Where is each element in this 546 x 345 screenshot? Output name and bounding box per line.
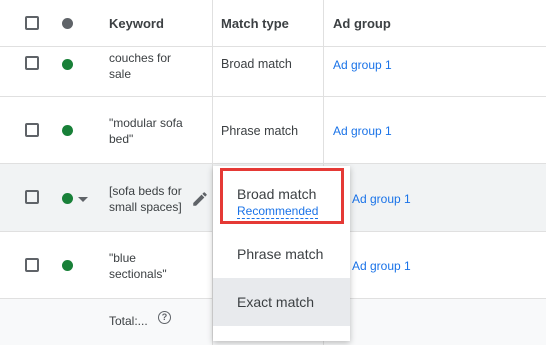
recommended-link[interactable]: Recommended <box>237 204 319 219</box>
keyword-text: "modular sofa bed" <box>109 116 183 146</box>
keyword-text: couches for sale <box>109 51 172 81</box>
row-checkbox[interactable] <box>25 258 39 272</box>
status-dropdown-icon[interactable] <box>78 197 88 202</box>
select-all-checkbox[interactable] <box>25 16 39 30</box>
header-keyword[interactable]: Keyword <box>109 16 164 31</box>
ad-group-link[interactable]: Ad group 1 <box>352 259 411 273</box>
option-label: Broad match <box>237 186 317 202</box>
option-exact-match[interactable]: Exact match <box>213 278 350 326</box>
edit-pencil-icon[interactable] <box>191 190 209 208</box>
table-header-row: Keyword Match type Ad group <box>0 0 546 47</box>
status-enabled-icon <box>62 260 73 271</box>
option-label: Exact match <box>237 294 315 310</box>
match-type-text[interactable]: Broad match <box>221 57 292 71</box>
status-enabled-icon <box>62 59 73 70</box>
option-label: Phrase match <box>237 246 324 262</box>
total-label: Total:... <box>109 314 148 328</box>
status-enabled-icon <box>62 125 73 136</box>
header-ad-group[interactable]: Ad group <box>333 16 391 31</box>
ad-group-link[interactable]: Ad group 1 <box>333 124 392 138</box>
header-match-type[interactable]: Match type <box>221 16 289 31</box>
table-row: couches for sale Broad match Ad group 1 <box>0 47 546 97</box>
match-type-dropdown: Broad match Recommended Phrase match Exa… <box>213 166 350 341</box>
ad-group-link[interactable]: Ad group 1 <box>333 58 392 72</box>
row-checkbox[interactable] <box>25 190 39 204</box>
ad-group-link[interactable]: Ad group 1 <box>352 192 411 206</box>
row-checkbox[interactable] <box>25 56 39 70</box>
keyword-text: [sofa beds for small spaces] <box>109 184 182 214</box>
row-checkbox[interactable] <box>25 123 39 137</box>
match-type-text[interactable]: Phrase match <box>221 124 298 138</box>
option-broad-match[interactable]: Broad match Recommended <box>213 166 350 226</box>
table-row: "modular sofa bed" Phrase match Ad group… <box>0 97 546 164</box>
status-header-icon <box>62 18 73 29</box>
keyword-text: "blue sectionals" <box>109 251 167 281</box>
option-phrase-match[interactable]: Phrase match <box>213 234 350 274</box>
help-icon[interactable]: ? <box>158 311 171 324</box>
status-enabled-icon <box>62 193 73 204</box>
